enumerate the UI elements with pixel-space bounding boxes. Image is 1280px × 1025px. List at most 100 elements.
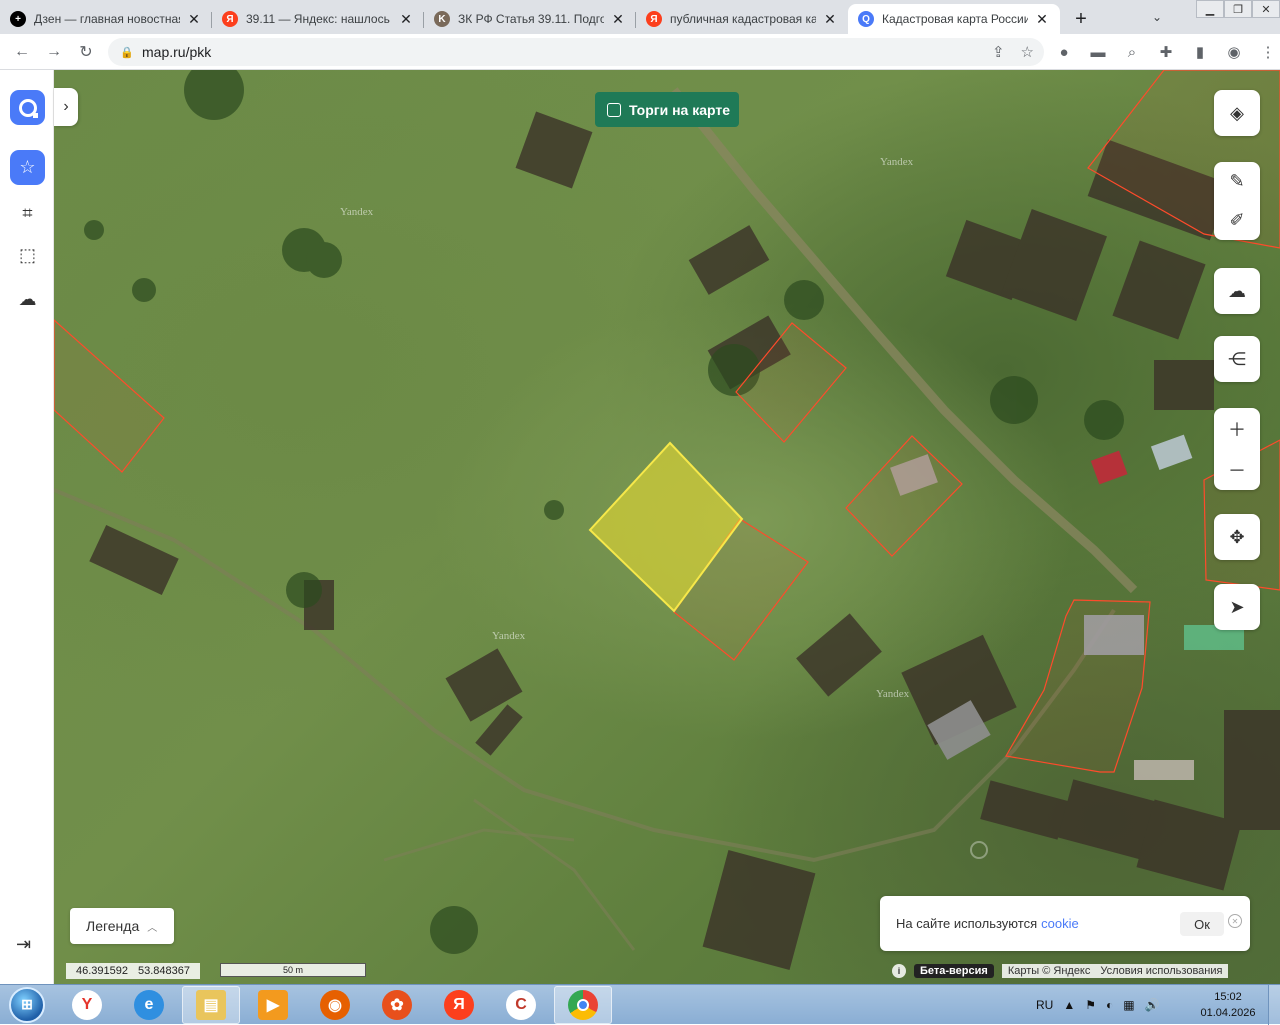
browser-tab-cadastral-search[interactable]: Я публичная кадастровая ка ✕ [636,4,848,34]
close-icon[interactable]: ✕ [1034,11,1050,28]
taskbar-yandex-browser[interactable]: Y [58,986,116,1024]
bookmark-star-icon[interactable]: ☆ [1021,43,1034,61]
legend-button[interactable]: Легенда ︿ [70,908,174,944]
extension-icon[interactable]: ▬ [1088,42,1108,62]
satellite-map[interactable]: Yandex Yandex Yandex Yandex Торги на кар… [54,70,1280,984]
favorites-button[interactable]: ☆ [10,150,45,185]
map-watermark: Yandex [340,206,374,218]
share-icon: ⋲ [1228,348,1246,369]
taskbar-firefox[interactable]: ◉ [306,986,364,1024]
coord-lat: 46.391592 [76,965,128,977]
info-icon[interactable]: i [892,964,906,978]
pan-button[interactable]: ✥ [1214,514,1260,560]
polygon-icon: ⌗ [22,203,33,223]
tray-app-icon[interactable]: ◐ [1106,998,1113,1012]
system-tray: RU ▲ ⚑ ◐ ▦ 🔊 [1036,985,1160,1025]
tab-title: 39.11 — Яндекс: нашлось 2 [246,12,392,26]
lock-icon[interactable]: 🔒 [120,46,134,59]
clock-time: 15:02 [1214,991,1242,1003]
map-drawing [54,70,1280,970]
network-icon[interactable]: ▦ [1123,998,1134,1012]
tray-expand-icon[interactable]: ▲ [1063,998,1075,1012]
taskbar-yandex[interactable]: Я [430,986,488,1024]
cookie-banner: На сайте используются cookie Ок ✕ [880,896,1250,951]
taskbar-chrome[interactable] [554,985,612,1024]
map-attribution: i Бета-версия Карты © Яндекс Условия исп… [892,963,1229,979]
ruler-icon[interactable]: ✎ [1229,171,1244,192]
browser-tab-dzen[interactable]: + Дзен — главная новостная ✕ [0,4,212,34]
show-desktop-button[interactable] [1268,985,1280,1025]
yandex-icon: Я [646,11,662,27]
tab-title: ЗК РФ Статья 39.11. Подгот [458,12,604,26]
zoom-in-icon[interactable]: ＋ [1228,416,1246,442]
close-icon[interactable]: ✕ [610,11,626,28]
address-bar[interactable]: 🔒 map.ru/pkk ⇪ ☆ [108,38,1044,66]
cloud-button[interactable]: ☁ [10,282,45,317]
start-button[interactable]: ⊞ [0,985,54,1025]
language-indicator[interactable]: RU [1036,998,1053,1012]
taskbar-clock[interactable]: 15:02 01.04.2026 [1196,989,1260,1021]
expand-sidebar-button[interactable]: › [54,88,78,126]
extension-search-icon[interactable]: ⌕ [1122,42,1142,62]
close-icon[interactable]: ✕ [1228,914,1242,928]
map-watermark: Yandex [492,630,526,642]
zoom-controls: ＋ － [1214,408,1260,490]
scale-bar: 50 m [220,963,366,977]
profile-icon[interactable]: ◉ [1224,42,1244,62]
polygon-tool-button[interactable]: ⌗ [10,196,45,231]
action-center-icon[interactable]: ⚑ [1085,998,1096,1012]
puzzle-icon[interactable]: ✚ [1156,42,1176,62]
upload-button[interactable]: ☁ [1214,268,1260,314]
geolocation-button[interactable]: ➤ [1214,584,1260,630]
reload-button[interactable]: ↻ [70,36,102,68]
move-icon: ✥ [1229,526,1245,547]
beta-badge: Бета-версия [914,964,994,978]
checkbox-icon[interactable] [607,102,621,117]
chrome-icon [568,989,598,1020]
window-controls: ▁ ❐ ✕ [1196,0,1280,18]
back-button[interactable]: ← [6,36,38,68]
browser-tab-cadastral-map[interactable]: Q Кадастровая карта России ✕ [848,4,1060,34]
taskbar-internet-explorer[interactable]: e [120,986,178,1024]
browser-tab-yandex-search[interactable]: Я 39.11 — Яндекс: нашлось 2 ✕ [212,4,424,34]
cookie-text: На сайте используются [896,916,1038,931]
minimize-button[interactable]: ▁ [1196,0,1224,18]
layers-button[interactable]: ◈ [1214,90,1260,136]
taskbar-media-player[interactable]: ▶ [244,986,302,1024]
map-watermark: Yandex [876,688,910,700]
new-tab-button[interactable]: + [1066,4,1096,34]
dzen-icon: + [10,11,26,27]
share-icon[interactable]: ⇪ [992,43,1005,61]
volume-icon[interactable]: 🔊 [1145,998,1160,1012]
close-icon[interactable]: ✕ [186,11,202,28]
forward-button[interactable]: → [38,36,70,68]
selection-tool-button[interactable]: ⬚ [10,238,45,273]
close-window-button[interactable]: ✕ [1252,0,1280,18]
cookie-ok-button[interactable]: Ок [1180,912,1224,936]
map-watermark: Yandex [880,156,914,168]
chevron-down-icon[interactable]: ⌄ [1152,10,1162,24]
yandex-browser-icon: Y [72,989,102,1020]
edit-icon[interactable]: ✐ [1229,210,1244,231]
zoom-out-icon[interactable]: － [1228,457,1246,483]
chevron-right-icon: › [63,98,69,115]
restore-button[interactable]: ❐ [1224,0,1252,18]
maps-credit[interactable]: Карты © Яндекс [1008,965,1091,977]
taskbar-app-orange[interactable]: ✿ [368,986,426,1024]
tab-title: публичная кадастровая ка [670,12,816,26]
browser-tab-zk-rf[interactable]: K ЗК РФ Статья 39.11. Подгот ✕ [424,4,636,34]
terms-link[interactable]: Условия использования [1100,965,1222,977]
close-icon[interactable]: ✕ [822,11,838,28]
menu-kebab-icon[interactable]: ⋮ [1258,42,1278,62]
cookie-link[interactable]: cookie [1041,916,1079,931]
torgi-toggle[interactable]: Торги на карте [595,92,739,127]
app-logo[interactable] [10,90,45,125]
cloud-upload-icon: ☁ [1228,280,1246,301]
side-panel-icon[interactable]: ▮ [1190,42,1210,62]
share-button[interactable]: ⋲ [1214,336,1260,382]
taskbar-ccleaner[interactable]: C [492,986,550,1024]
extension-avatar-icon[interactable]: ● [1054,42,1074,62]
taskbar-explorer[interactable]: ▤ [182,985,240,1024]
login-icon[interactable]: ⇥ [16,934,31,955]
close-icon[interactable]: ✕ [398,11,414,28]
